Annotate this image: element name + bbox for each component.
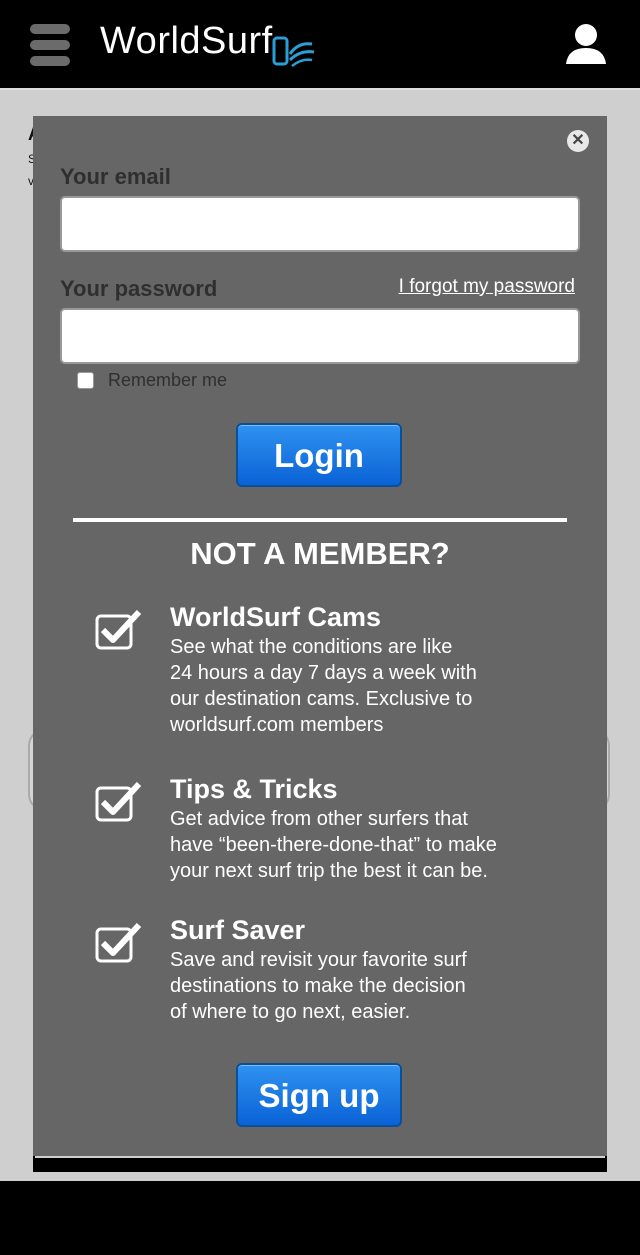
feature-title: Surf Saver (170, 915, 306, 945)
app-header: WorldSurf (0, 0, 640, 90)
sign-up-button[interactable]: Sign up (236, 1063, 402, 1127)
feature-description: Get advice from other surfers that have … (170, 808, 497, 882)
close-icon[interactable]: ✕ (567, 130, 589, 152)
hamburger-menu-icon[interactable] (30, 24, 70, 66)
email-field[interactable] (60, 196, 580, 252)
user-account-icon[interactable] (564, 22, 608, 64)
checkmark-icon (95, 923, 142, 963)
remember-me-label: Remember me (108, 370, 228, 390)
not-a-member-heading: NOT A MEMBER? (190, 536, 450, 571)
feature-description: Save and revisit your favorite surf dest… (170, 949, 467, 1023)
email-label: Your email (60, 164, 171, 189)
checkmark-icon (95, 782, 142, 822)
page-footer (0, 1181, 640, 1255)
divider (73, 518, 567, 522)
remember-me-row: Remember me (77, 370, 227, 391)
password-label: Your password (60, 276, 218, 301)
surf-logo-icon (272, 36, 315, 67)
login-button[interactable]: Login (236, 423, 402, 487)
password-field[interactable] (60, 308, 580, 364)
feature-title: Tips & Tricks (170, 774, 338, 804)
brand-name[interactable]: WorldSurf (100, 20, 273, 63)
remember-me-checkbox[interactable] (77, 372, 94, 389)
feature-description: See what the conditions are like 24 hour… (170, 636, 477, 736)
login-modal: ✕ Your email Your password I forgot my p… (33, 116, 607, 1156)
forgot-password-link[interactable]: I forgot my password (399, 276, 575, 298)
feature-title: WorldSurf Cams (170, 602, 382, 632)
checkmark-icon (95, 610, 142, 650)
